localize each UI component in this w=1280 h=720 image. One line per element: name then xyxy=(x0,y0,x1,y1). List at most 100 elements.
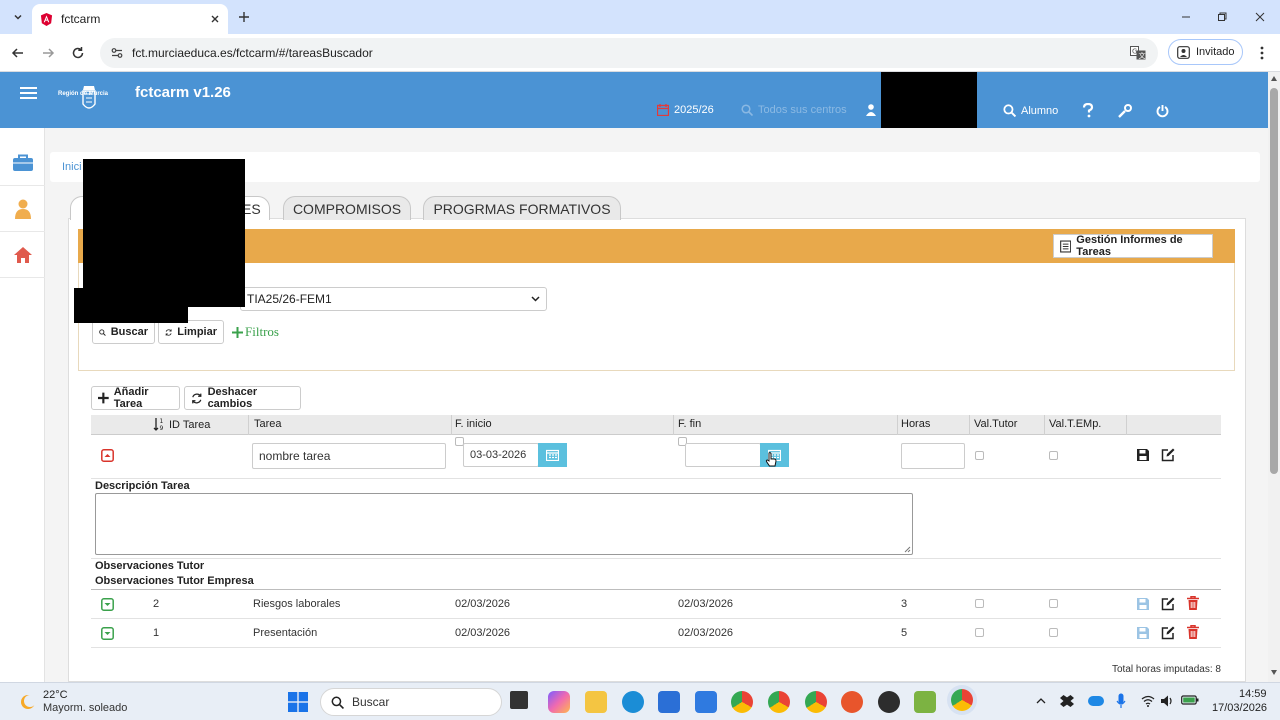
tab-compromisos[interactable]: COMPROMISOS xyxy=(283,196,411,220)
hamburger-menu-icon[interactable] xyxy=(20,87,37,99)
forward-icon[interactable] xyxy=(34,39,62,67)
resize-handle-icon[interactable] xyxy=(904,546,911,553)
wrench-icon[interactable] xyxy=(1118,104,1132,118)
save-icon[interactable] xyxy=(1137,627,1149,639)
row-val-tutor-checkbox[interactable] xyxy=(975,599,984,608)
power-icon[interactable] xyxy=(1156,104,1169,118)
filtros-link[interactable]: Filtros xyxy=(232,324,279,340)
scrollbar-thumb[interactable] xyxy=(1270,88,1278,474)
tab-search-chevron-icon[interactable] xyxy=(4,3,32,31)
chrome-profile-icon[interactable] xyxy=(805,691,827,713)
taskbar-search[interactable]: Buscar xyxy=(320,688,502,716)
outlook-icon[interactable] xyxy=(695,691,717,713)
buscar-button[interactable]: Buscar xyxy=(92,320,155,344)
edit-icon[interactable] xyxy=(1161,448,1175,462)
onedrive-icon[interactable] xyxy=(1088,696,1104,706)
gestion-informes-button[interactable]: Gestión Informes de Tareas xyxy=(1053,234,1213,258)
windows-start-icon[interactable] xyxy=(288,692,308,712)
volume-icon[interactable] xyxy=(1161,695,1175,707)
dropbox-icon[interactable] xyxy=(1060,695,1074,707)
battery-icon[interactable] xyxy=(1181,694,1199,706)
save-icon[interactable] xyxy=(1137,598,1149,610)
expand-icon[interactable] xyxy=(101,598,114,611)
scroll-up-icon[interactable] xyxy=(1271,76,1277,81)
rail-item-briefcase[interactable] xyxy=(0,140,45,186)
close-window-icon[interactable] xyxy=(1246,3,1274,31)
val-empresa-checkbox[interactable] xyxy=(1049,451,1058,460)
help-icon[interactable] xyxy=(1082,103,1094,118)
col-id[interactable]: ID Tarea xyxy=(169,419,210,431)
edit-icon[interactable] xyxy=(1161,626,1175,640)
task-name-input[interactable]: nombre tarea xyxy=(252,443,446,469)
tab-programas-formativos[interactable]: PROGRMAS FORMATIVOS xyxy=(423,196,621,220)
breadcrumb-home-link[interactable]: Inici xyxy=(62,161,82,173)
translate-icon[interactable]: 文G xyxy=(1130,46,1146,60)
browser-menu-icon[interactable] xyxy=(1248,39,1276,67)
collapse-icon[interactable] xyxy=(101,449,114,462)
clock-date[interactable]: 17/03/2026 xyxy=(1212,702,1267,714)
calendar-icon xyxy=(657,104,669,116)
rail-item-home[interactable] xyxy=(0,232,45,278)
grupo-select[interactable]: TIA25/26-FEM1 xyxy=(240,287,547,311)
chrome-profile-icon[interactable] xyxy=(768,691,790,713)
expand-icon[interactable] xyxy=(101,627,114,640)
reload-icon[interactable] xyxy=(64,39,92,67)
col-val-tutor[interactable]: Val.Tutor xyxy=(974,418,1017,430)
weather-sun-icon[interactable] xyxy=(18,692,38,712)
inicio-date-input[interactable]: 03-03-2026 xyxy=(463,443,539,467)
undo-changes-button[interactable]: Deshacer cambios xyxy=(184,386,301,410)
row-val-empresa-checkbox[interactable] xyxy=(1049,628,1058,637)
back-icon[interactable] xyxy=(4,39,32,67)
col-inicio[interactable]: F. inicio xyxy=(455,418,492,430)
omnibox[interactable]: fct.murciaeduca.es/fctcarm/#/tareasBusca… xyxy=(100,38,1158,68)
chevron-up-icon[interactable] xyxy=(1036,697,1046,704)
column-divider xyxy=(897,415,898,435)
limpiar-button[interactable]: Limpiar xyxy=(158,320,224,344)
scroll-down-icon[interactable] xyxy=(1271,670,1277,675)
chrome-active-icon[interactable] xyxy=(951,689,973,711)
close-tab-icon[interactable] xyxy=(210,14,220,24)
alumno-search[interactable]: Alumno xyxy=(1003,104,1058,117)
row-fin: 02/03/2026 xyxy=(678,598,734,610)
clock-time[interactable]: 14:59 xyxy=(1239,688,1267,700)
minimize-icon[interactable] xyxy=(1172,3,1200,31)
fin-date-input[interactable] xyxy=(685,443,761,467)
rail-item-user[interactable] xyxy=(0,186,45,232)
page-scrollbar[interactable] xyxy=(1268,72,1280,682)
refresh-icon xyxy=(165,328,172,336)
guest-profile-button[interactable]: Invitado xyxy=(1168,39,1243,65)
copilot-icon[interactable] xyxy=(548,691,570,713)
restore-icon[interactable] xyxy=(1208,3,1236,31)
save-icon[interactable] xyxy=(1137,449,1149,461)
val-tutor-checkbox[interactable] xyxy=(975,451,984,460)
microphone-icon[interactable] xyxy=(1116,693,1126,709)
col-val-empresa[interactable]: Val.T.EMp. xyxy=(1049,418,1101,430)
firefox-icon[interactable] xyxy=(841,691,863,713)
app-icon[interactable] xyxy=(878,691,900,713)
year-selector[interactable]: 2025/26 xyxy=(657,104,714,116)
col-horas[interactable]: Horas xyxy=(901,418,930,430)
task-view-icon[interactable] xyxy=(510,691,528,709)
file-explorer-icon[interactable] xyxy=(585,691,607,713)
row-val-empresa-checkbox[interactable] xyxy=(1049,599,1058,608)
trash-icon[interactable] xyxy=(1187,596,1199,610)
wifi-icon[interactable] xyxy=(1141,695,1155,707)
centros-search[interactable]: Todos sus centros xyxy=(741,104,847,116)
horas-input[interactable] xyxy=(901,443,965,469)
app-icon[interactable] xyxy=(914,691,936,713)
trash-icon[interactable] xyxy=(1187,625,1199,639)
browser-tab-active[interactable]: fctcarm xyxy=(32,4,228,34)
add-task-button[interactable]: Añadir Tarea xyxy=(91,386,180,410)
sort-icon[interactable]: 19 xyxy=(153,417,165,431)
site-settings-icon[interactable] xyxy=(110,46,124,60)
edge-icon[interactable] xyxy=(622,691,644,713)
col-fin[interactable]: F. fin xyxy=(678,418,701,430)
new-tab-icon[interactable] xyxy=(230,3,258,31)
chrome-icon[interactable] xyxy=(731,691,753,713)
store-icon[interactable] xyxy=(658,691,680,713)
inicio-calendar-button[interactable] xyxy=(538,443,567,467)
descripcion-textarea[interactable] xyxy=(95,493,913,555)
row-val-tutor-checkbox[interactable] xyxy=(975,628,984,637)
edit-icon[interactable] xyxy=(1161,597,1175,611)
col-tarea[interactable]: Tarea xyxy=(254,418,282,430)
